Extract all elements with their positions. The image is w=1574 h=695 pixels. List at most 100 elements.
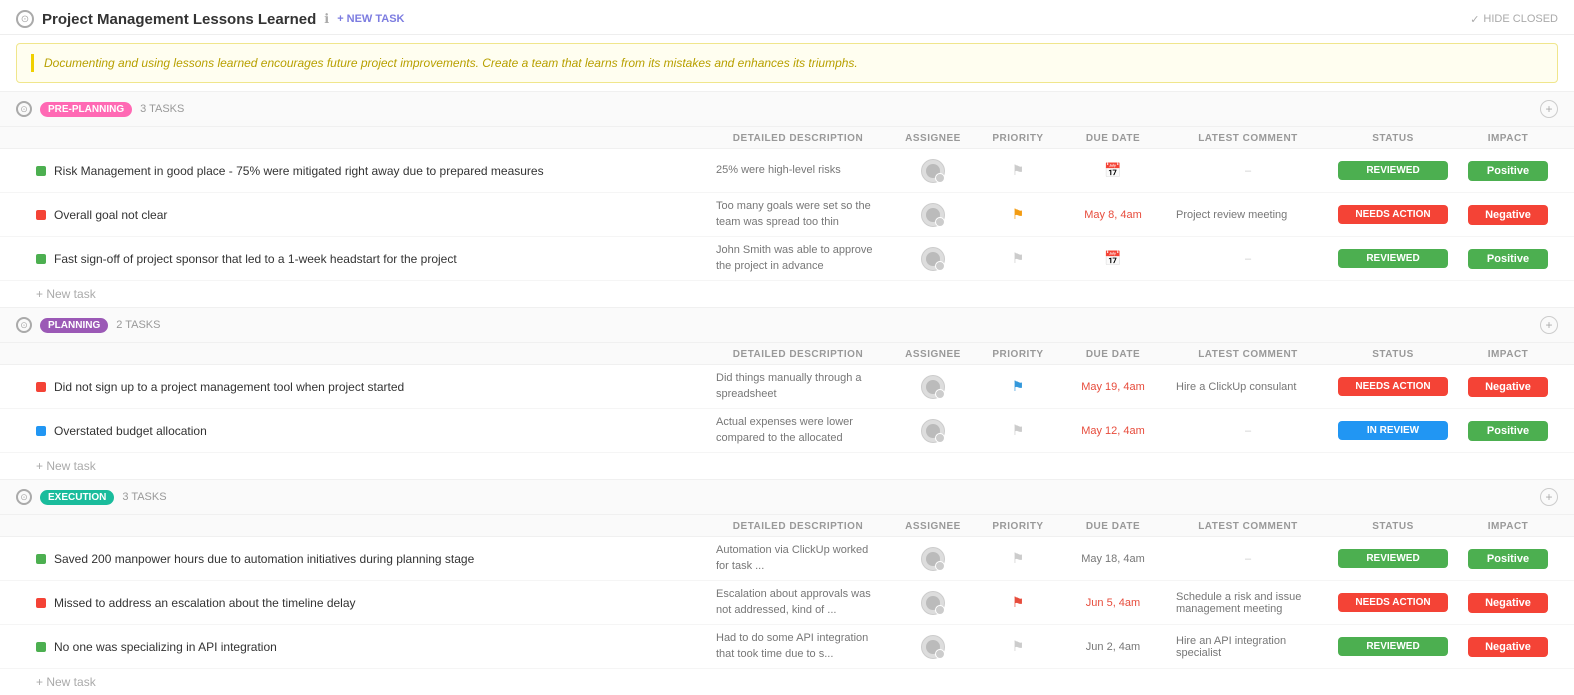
priority-cell[interactable]: ⚑ [978, 162, 1058, 179]
priority-cell[interactable]: ⚑ [978, 638, 1058, 655]
task-row: Missed to address an escalation about th… [0, 581, 1574, 625]
section-collapse-execution[interactable]: ⊙ [16, 489, 32, 505]
impact-badge: Positive [1468, 549, 1548, 569]
col-desc-pre-planning: DETAILED DESCRIPTION [708, 133, 888, 144]
task-name-cell: Missed to address an escalation about th… [36, 596, 708, 610]
due-date-cell[interactable]: 📅 [1058, 250, 1168, 267]
col-desc-execution: DETAILED DESCRIPTION [708, 521, 888, 532]
calendar-icon: 📅 [1104, 250, 1121, 266]
status-badge[interactable]: NEEDS ACTION [1338, 205, 1448, 224]
due-date-cell[interactable]: Jun 5, 4am [1058, 597, 1168, 609]
due-date: Jun 2, 4am [1086, 641, 1140, 653]
info-icon[interactable]: ℹ [324, 11, 329, 27]
section-add-button-execution[interactable]: + [1540, 488, 1558, 506]
avatar-inner [926, 552, 940, 566]
priority-cell[interactable]: ⚑ [978, 206, 1058, 223]
task-name: Overstated budget allocation [54, 424, 207, 438]
task-dot [36, 426, 46, 436]
status-cell[interactable]: IN REVIEW [1328, 421, 1458, 440]
assignee-avatar[interactable] [921, 591, 945, 615]
due-date-cell[interactable]: May 8, 4am [1058, 209, 1168, 221]
task-name-cell: Fast sign-off of project sponsor that le… [36, 252, 708, 266]
col-comment-planning: LATEST COMMENT [1168, 349, 1328, 360]
assignee-avatar[interactable] [921, 635, 945, 659]
priority-cell[interactable]: ⚑ [978, 378, 1058, 395]
assignee-avatar[interactable] [921, 419, 945, 443]
col-priority-execution: PRIORITY [978, 521, 1058, 532]
new-task-button[interactable]: NEW TASK [337, 13, 404, 25]
section-task-count-execution: 3 TASKS [122, 491, 166, 503]
status-cell[interactable]: NEEDS ACTION [1328, 205, 1458, 224]
due-date: Jun 5, 4am [1086, 597, 1140, 609]
comment-text: Hire a ClickUp consulant [1176, 381, 1296, 393]
status-badge[interactable]: NEEDS ACTION [1338, 593, 1448, 612]
section-collapse-pre-planning[interactable]: ⊙ [16, 101, 32, 117]
comment-cell: – [1168, 425, 1328, 437]
status-cell[interactable]: NEEDS ACTION [1328, 377, 1458, 396]
assignee-cell[interactable] [888, 159, 978, 183]
section-task-count-planning: 2 TASKS [116, 319, 160, 331]
status-badge[interactable]: IN REVIEW [1338, 421, 1448, 440]
task-name: Missed to address an escalation about th… [54, 596, 356, 610]
assignee-cell[interactable] [888, 375, 978, 399]
due-date-cell[interactable]: May 18, 4am [1058, 553, 1168, 565]
status-cell[interactable]: NEEDS ACTION [1328, 593, 1458, 612]
task-name-cell: Did not sign up to a project management … [36, 380, 708, 394]
due-date-cell[interactable]: Jun 2, 4am [1058, 641, 1168, 653]
due-date-cell[interactable]: May 12, 4am [1058, 425, 1168, 437]
avatar-inner [926, 424, 940, 438]
priority-cell[interactable]: ⚑ [978, 550, 1058, 567]
avatar-inner [926, 164, 940, 178]
assignee-avatar[interactable] [921, 247, 945, 271]
new-task-row-execution[interactable]: + New task [0, 669, 1574, 695]
status-badge[interactable]: REVIEWED [1338, 249, 1448, 268]
status-cell[interactable]: REVIEWED [1328, 549, 1458, 568]
task-dot [36, 642, 46, 652]
section-add-button-planning[interactable]: + [1540, 316, 1558, 334]
col-assignee-execution: ASSIGNEE [888, 521, 978, 532]
assignee-avatar[interactable] [921, 547, 945, 571]
col-comment-pre-planning: LATEST COMMENT [1168, 133, 1328, 144]
impact-cell: Positive [1458, 249, 1558, 269]
task-dot [36, 166, 46, 176]
flag-gray-icon: ⚑ [1012, 638, 1025, 655]
assignee-cell[interactable] [888, 247, 978, 271]
hide-closed-button[interactable]: HIDE CLOSED [1470, 13, 1558, 26]
assignee-avatar[interactable] [921, 203, 945, 227]
assignee-cell[interactable] [888, 635, 978, 659]
flag-blue-icon: ⚑ [1012, 378, 1025, 395]
status-badge[interactable]: REVIEWED [1338, 637, 1448, 656]
due-date-cell[interactable]: May 19, 4am [1058, 381, 1168, 393]
assignee-avatar[interactable] [921, 375, 945, 399]
new-task-row-pre-planning[interactable]: + New task [0, 281, 1574, 307]
task-description: Automation via ClickUp worked for task .… [708, 543, 888, 574]
status-badge[interactable]: REVIEWED [1338, 549, 1448, 568]
assignee-avatar[interactable] [921, 159, 945, 183]
impact-badge: Negative [1468, 637, 1548, 657]
assignee-cell[interactable] [888, 547, 978, 571]
task-dot [36, 554, 46, 564]
status-badge[interactable]: NEEDS ACTION [1338, 377, 1448, 396]
status-badge[interactable]: REVIEWED [1338, 161, 1448, 180]
status-cell[interactable]: REVIEWED [1328, 637, 1458, 656]
priority-cell[interactable]: ⚑ [978, 594, 1058, 611]
task-dot [36, 382, 46, 392]
assignee-cell[interactable] [888, 203, 978, 227]
priority-cell[interactable]: ⚑ [978, 422, 1058, 439]
status-cell[interactable]: REVIEWED [1328, 249, 1458, 268]
status-cell[interactable]: REVIEWED [1328, 161, 1458, 180]
due-date-cell[interactable]: 📅 [1058, 162, 1168, 179]
assignee-cell[interactable] [888, 419, 978, 443]
task-description: Did things manually through a spreadshee… [708, 371, 888, 402]
section-badge-execution: EXECUTION [40, 490, 114, 505]
comment-cell: – [1168, 253, 1328, 265]
collapse-icon[interactable]: ⊙ [16, 10, 34, 28]
priority-cell[interactable]: ⚑ [978, 250, 1058, 267]
section-collapse-planning[interactable]: ⊙ [16, 317, 32, 333]
new-task-row-planning[interactable]: + New task [0, 453, 1574, 479]
impact-cell: Negative [1458, 205, 1558, 225]
section-add-button-pre-planning[interactable]: + [1540, 100, 1558, 118]
assignee-cell[interactable] [888, 591, 978, 615]
sections-container: ⊙ PRE-PLANNING 3 TASKS + DETAILED DESCRI… [0, 91, 1574, 695]
col-headers-pre-planning: DETAILED DESCRIPTION ASSIGNEE PRIORITY D… [0, 127, 1574, 149]
